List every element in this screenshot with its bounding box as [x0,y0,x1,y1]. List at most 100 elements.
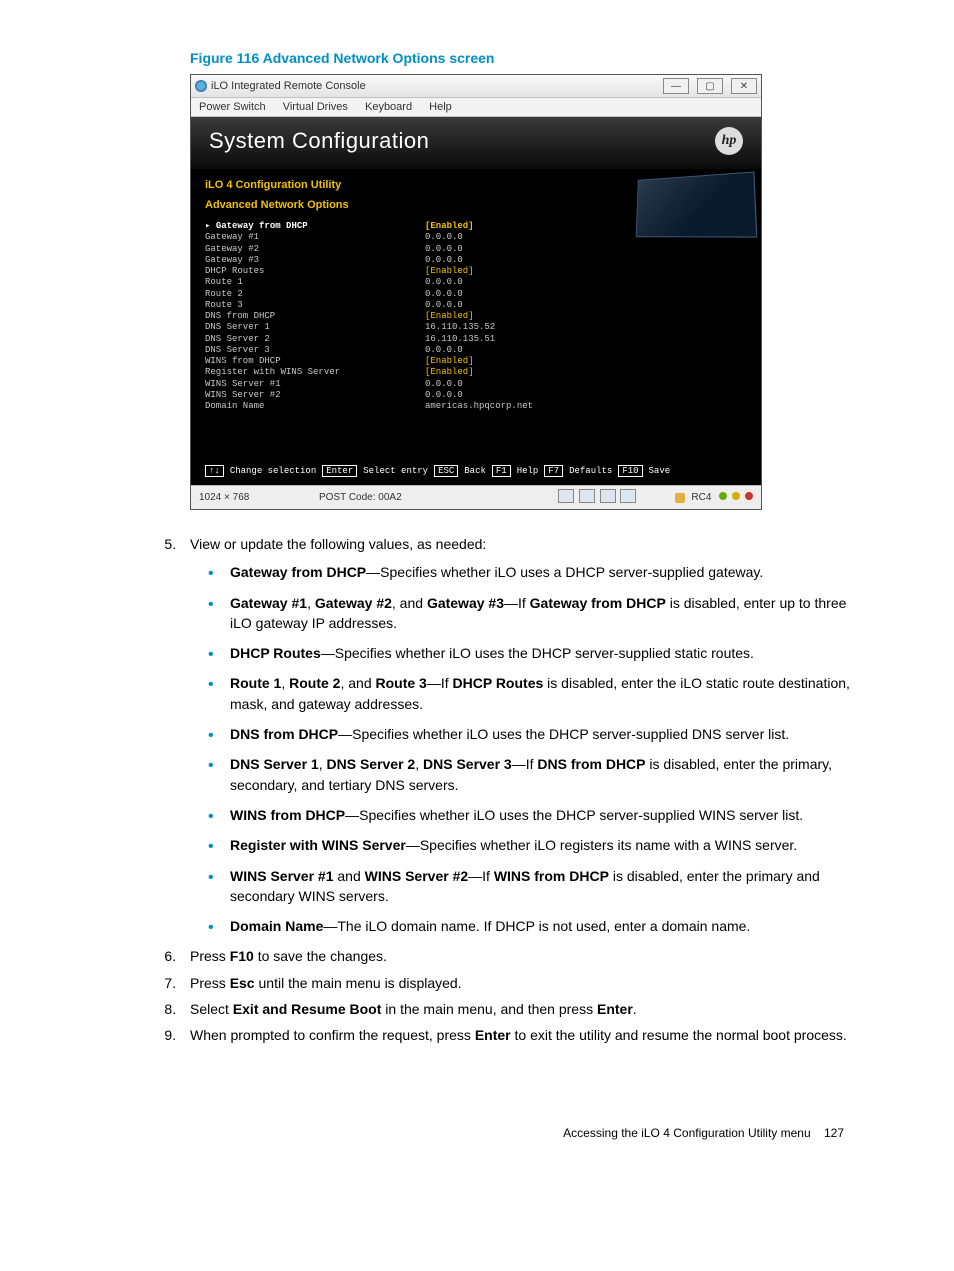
config-row[interactable]: Register with WINS Server[Enabled] [205,367,747,378]
footer-key: F10 [618,465,642,477]
footer-key: Enter [322,465,357,477]
config-row-value: [Enabled] [425,356,474,367]
footer-key: F1 [492,465,511,477]
step-5: View or update the following values, as … [180,534,854,936]
config-row[interactable]: DHCP Routes[Enabled] [205,266,747,277]
config-row-value: [Enabled] [425,221,474,232]
config-row[interactable]: Route 10.0.0.0 [205,277,747,288]
media-prev-icon[interactable] [558,489,574,503]
config-row[interactable]: WINS Server #10.0.0.0 [205,379,747,390]
config-row-value: 0.0.0.0 [425,379,463,390]
page-footer: Accessing the iLO 4 Configuration Utilit… [100,1126,854,1140]
step-9: When prompted to confirm the request, pr… [180,1025,854,1045]
statusbar: 1024 × 768 POST Code: 00A2 RC4 [191,485,761,509]
close-button[interactable]: ✕ [731,78,757,94]
config-row-value: americas.hpqcorp.net [425,401,533,412]
media-pause-icon[interactable] [579,489,595,503]
config-row-value: 0.0.0.0 [425,300,463,311]
list-item: Register with WINS Server—Specifies whet… [230,835,854,855]
config-row-value: 0.0.0.0 [425,232,463,243]
config-row[interactable]: DNS from DHCP[Enabled] [205,311,747,322]
config-row-label: DNS Server 2 [205,334,425,345]
step-6: Press F10 to save the changes. [180,946,854,966]
config-row[interactable]: DNS Server 216.110.135.51 [205,334,747,345]
menu-help[interactable]: Help [429,101,452,113]
config-row-label: Route 3 [205,300,425,311]
config-row-value: 16.110.135.51 [425,334,495,345]
footer-key: ↑↓ [205,465,224,477]
list-item: Route 1, Route 2, and Route 3—If DHCP Ro… [230,673,854,714]
config-row-label: WINS Server #1 [205,379,425,390]
config-table: Gateway from DHCP[Enabled] Gateway #10.0… [205,221,747,412]
config-row[interactable]: WINS from DHCP[Enabled] [205,356,747,367]
list-item: DNS Server 1, DNS Server 2, DNS Server 3… [230,754,854,795]
config-header: System Configuration hp [191,117,761,169]
status-rc: RC4 [691,492,711,503]
menu-virtual-drives[interactable]: Virtual Drives [283,101,348,113]
hp-logo-icon: hp [715,127,743,155]
status-dot-yellow-icon [732,492,740,500]
lock-icon [675,493,685,503]
config-row[interactable]: DNS Server 30.0.0.0 [205,345,747,356]
config-row[interactable]: Gateway #20.0.0.0 [205,244,747,255]
config-row-label: DNS Server 3 [205,345,425,356]
step-7: Press Esc until the main menu is display… [180,973,854,993]
config-row[interactable]: DNS Server 116.110.135.52 [205,322,747,333]
status-post-code: POST Code: 00A2 [319,492,519,503]
media-play-icon[interactable] [600,489,616,503]
document-body: View or update the following values, as … [100,534,854,1046]
config-row-label: Route 1 [205,277,425,288]
config-row-label: WINS from DHCP [205,356,425,367]
config-row-label: Domain Name [205,401,425,412]
config-row-value: 0.0.0.0 [425,255,463,266]
footer-key: ESC [434,465,458,477]
screenshot-window: iLO Integrated Remote Console — ▢ ✕ Powe… [190,74,762,510]
window-titlebar: iLO Integrated Remote Console — ▢ ✕ [191,75,761,98]
footer-key: F7 [544,465,563,477]
config-row-value: [Enabled] [425,367,474,378]
footer-key-label: Help [517,466,539,476]
step-5-intro: View or update the following values, as … [190,536,486,552]
list-item: WINS from DHCP—Specifies whether iLO use… [230,805,854,825]
config-row-value: [Enabled] [425,311,474,322]
list-item: WINS Server #1 and WINS Server #2—If WIN… [230,866,854,907]
config-row[interactable]: WINS Server #20.0.0.0 [205,390,747,401]
config-row-value: 0.0.0.0 [425,345,463,356]
menu-power-switch[interactable]: Power Switch [199,101,266,113]
ilo-icon [195,80,207,92]
menu-keyboard[interactable]: Keyboard [365,101,412,113]
config-header-title: System Configuration [209,128,715,154]
media-stop-icon[interactable] [620,489,636,503]
page-number: 127 [824,1126,844,1140]
config-row-value: 0.0.0.0 [425,277,463,288]
config-row[interactable]: Route 30.0.0.0 [205,300,747,311]
config-body: iLO 4 Configuration Utility Advanced Net… [191,169,761,485]
footer-key-label: Change selection [230,466,316,476]
restore-button[interactable]: ▢ [697,78,723,94]
config-row-label: DHCP Routes [205,266,425,277]
figure-title: Figure 116 Advanced Network Options scre… [190,50,854,66]
config-row-value: 0.0.0.0 [425,390,463,401]
minimize-button[interactable]: — [663,78,689,94]
footer-key-label: Select entry [363,466,428,476]
config-row-label: Gateway #3 [205,255,425,266]
config-row-value: 16.110.135.52 [425,322,495,333]
status-dot-red-icon [745,492,753,500]
list-item: Gateway from DHCP—Specifies whether iLO … [230,562,854,582]
config-row[interactable]: Route 20.0.0.0 [205,289,747,300]
status-dot-green-icon [719,492,727,500]
footer-key-label: Back [464,466,486,476]
menubar: Power Switch Virtual Drives Keyboard Hel… [191,98,761,117]
config-row-value: 0.0.0.0 [425,289,463,300]
config-row-label: DNS from DHCP [205,311,425,322]
config-row[interactable]: Domain Nameamericas.hpqcorp.net [205,401,747,412]
config-row-label: Gateway #1 [205,232,425,243]
footer-key-label: Defaults [569,466,612,476]
footer-key-label: Save [649,466,671,476]
server-illustration [636,171,758,237]
status-resolution: 1024 × 768 [199,492,319,503]
config-row-value: 0.0.0.0 [425,244,463,255]
config-row-label: WINS Server #2 [205,390,425,401]
config-row[interactable]: Gateway #30.0.0.0 [205,255,747,266]
window-title: iLO Integrated Remote Console [211,80,663,92]
